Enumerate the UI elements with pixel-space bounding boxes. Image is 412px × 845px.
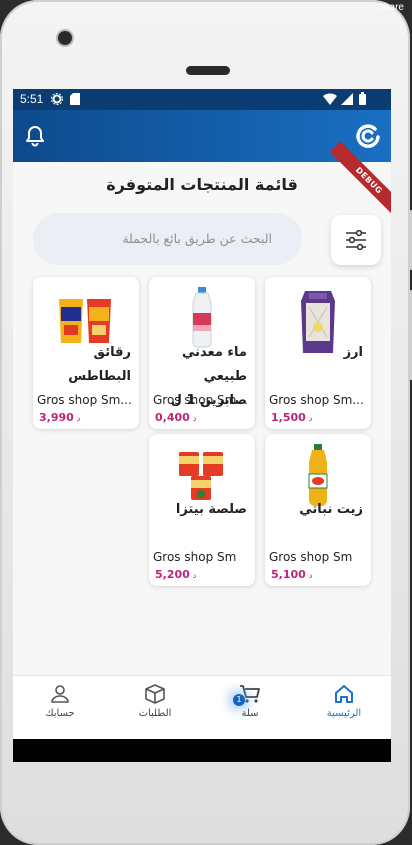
product-card-rice[interactable]: ارز Gros shop Sm... 1,500 د (265, 277, 371, 429)
user-icon (51, 685, 69, 703)
nav-cart-label: سلة (241, 708, 259, 719)
product-name: ارز (343, 345, 363, 360)
price-value: 5,100 (271, 568, 306, 581)
product-shop: Gros shop Sm (153, 550, 237, 564)
product-price: 5,100 د (271, 568, 312, 581)
home-icon (335, 685, 353, 703)
currency-label: د (192, 571, 197, 580)
product-name: صلصة بيتزا (175, 502, 247, 517)
nav-account-label: حسابك (45, 708, 75, 719)
nav-account[interactable]: حسابك (20, 684, 100, 719)
product-card-pizza-sauce[interactable]: صلصة بيتزا Gros shop Sm 5,200 د (149, 434, 255, 586)
bell-icon[interactable] (25, 125, 45, 147)
product-shop: Gros shop Sm (269, 550, 353, 564)
nav-orders-label: الطلبات (138, 708, 172, 719)
product-card-water[interactable]: ماء معدني طبيعي صابرين 1 ل Gros shop Sm.… (149, 277, 255, 429)
product-price: 3,990 د (39, 411, 80, 424)
nav-home[interactable]: الرئيسية (304, 684, 384, 719)
phone-frame: Share 5:51 قائمة المنتجات المتوفرة DEBUG… (0, 0, 412, 845)
price-value: 5,200 (155, 568, 190, 581)
app-logo-icon (356, 124, 380, 148)
price-value: 3,990 (39, 411, 74, 424)
box-icon (145, 684, 165, 704)
search-input[interactable]: البحث عن طريق بائع بالجملة (33, 213, 302, 265)
product-name: رقائق البطاطس (68, 345, 131, 384)
currency-label: د (192, 414, 197, 423)
product-shop: Gros shop Sm... (153, 393, 248, 407)
status-time: 5:51 (20, 92, 44, 106)
currency-label: د (308, 571, 313, 580)
product-price: 5,200 د (155, 568, 196, 581)
settings-status-icon (51, 93, 63, 105)
share-label[interactable]: Share (377, 2, 404, 13)
nav-home-label: الرئيسية (326, 708, 362, 719)
bottom-navigation: الرئيسية 1 سلة الطلبات حسابك (13, 675, 391, 740)
app-screen: 5:51 قائمة المنتجات المتوفرة DEBUG البحث… (13, 89, 391, 762)
price-value: 0,400 (155, 411, 190, 424)
currency-label: د (76, 414, 81, 423)
system-navigation-bar (13, 739, 391, 762)
product-card-oil[interactable]: زيت نباتي Gros shop Sm 5,100 د (265, 434, 371, 586)
nav-orders[interactable]: الطلبات (115, 684, 195, 719)
filter-button[interactable] (331, 215, 381, 265)
product-name: زيت نباتي (299, 502, 363, 517)
currency-label: د (308, 414, 313, 423)
nav-cart[interactable]: 1 سلة (210, 684, 290, 719)
page-title: قائمة المنتجات المتوفرة (106, 175, 298, 194)
front-camera (58, 31, 72, 45)
battery-icon (359, 92, 366, 105)
product-price: 1,500 د (271, 411, 312, 424)
sd-card-status-icon (70, 93, 80, 105)
status-bar: 5:51 (13, 89, 391, 110)
earpiece-speaker (186, 66, 230, 75)
product-shop: Gros shop Sm... (269, 393, 364, 407)
price-value: 1,500 (271, 411, 306, 424)
product-card-chips[interactable]: رقائق البطاطس Gros shop Sm... 3,990 د (33, 277, 139, 429)
cart-count-badge: 1 (233, 694, 245, 706)
product-shop: Gros shop Sm... (37, 393, 132, 407)
signal-icon (341, 93, 353, 105)
sliders-icon (346, 230, 366, 250)
product-price: 0,400 د (155, 411, 196, 424)
wifi-icon (323, 93, 337, 105)
